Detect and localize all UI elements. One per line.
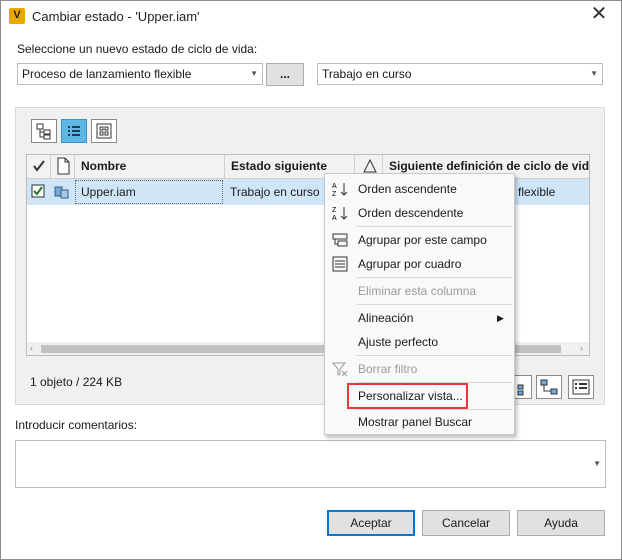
svg-text:Z: Z — [332, 207, 337, 214]
menu-item-sort-descending[interactable]: ZA Orden descendente — [325, 201, 514, 225]
submenu-arrow-icon: ▶ — [497, 313, 504, 323]
menu-item-label: Orden ascendente — [358, 182, 457, 196]
lifecycle-label: Seleccione un nuevo estado de ciclo de v… — [17, 42, 258, 56]
cancel-button[interactable]: Cancelar — [422, 510, 510, 536]
file-type-header-icon[interactable] — [51, 155, 75, 179]
list-view-icon — [68, 126, 80, 136]
svg-text:A: A — [332, 183, 337, 190]
comments-input[interactable]: ▼ — [15, 440, 606, 488]
tree-view-icon — [36, 123, 51, 140]
menu-item-alignment[interactable]: Alineación ▶ — [325, 306, 514, 330]
clear-filter-icon — [332, 362, 348, 377]
thumbnail-view-icon — [96, 123, 112, 139]
sort-descending-icon: ZA — [332, 207, 348, 221]
chevron-down-icon: ▼ — [590, 69, 598, 78]
menu-item-show-search-panel[interactable]: Mostrar panel Buscar — [325, 410, 514, 434]
menu-item-label: Orden descendente — [358, 206, 464, 220]
details-button[interactable] — [568, 375, 594, 399]
lifecycle-definition-dropdown[interactable]: Proceso de lanzamiento flexible ▼ — [17, 63, 263, 85]
menu-item-group-by-field[interactable]: Agrupar por este campo — [325, 228, 514, 252]
accept-button[interactable]: Aceptar — [327, 510, 415, 536]
group-by-field-icon — [332, 233, 348, 247]
menu-item-label: Agrupar por este campo — [358, 233, 487, 247]
lifecycle-definition-value: Proceso de lanzamiento flexible — [22, 67, 192, 81]
menu-item-best-fit[interactable]: Ajuste perfecto — [325, 330, 514, 354]
relationships-icon — [540, 379, 558, 395]
svg-text:Z: Z — [332, 191, 337, 197]
row-siguiente-definicion: flexible — [518, 185, 556, 199]
svg-text:A: A — [332, 215, 337, 221]
menu-separator — [357, 277, 512, 278]
vault-app-icon: V — [9, 8, 25, 24]
menu-item-label: Agrupar por cuadro — [358, 257, 462, 271]
lifecycle-state-value: Trabajo en curso — [322, 67, 412, 81]
menu-item-label: Alineación — [358, 311, 414, 325]
group-by-box-icon — [332, 256, 348, 272]
close-icon[interactable]: ✕ — [588, 3, 610, 27]
menu-item-clear-filter: Borrar filtro — [325, 357, 514, 381]
row-checkbox[interactable] — [31, 179, 49, 205]
menu-item-label: Borrar filtro — [358, 362, 418, 376]
row-estado: Trabajo en curso — [230, 185, 320, 199]
chevron-right-icon[interactable]: › — [580, 343, 583, 353]
lifecycle-state-dropdown[interactable]: Trabajo en curso ▼ — [317, 63, 603, 85]
tree-view-button[interactable] — [31, 119, 57, 143]
title-bar: V Cambiar estado - 'Upper.iam' ✕ — [0, 0, 622, 32]
menu-item-group-by-box[interactable]: Agrupar por cuadro — [325, 252, 514, 276]
row-nombre[interactable]: Upper.iam — [75, 180, 223, 204]
highlight-box — [347, 383, 468, 409]
column-header-nombre[interactable]: Nombre — [75, 155, 225, 179]
object-count: 1 objeto / 224 KB — [30, 375, 123, 389]
menu-separator — [357, 355, 512, 356]
help-button[interactable]: Ayuda — [517, 510, 605, 536]
thumbnail-view-button[interactable] — [91, 119, 117, 143]
sort-ascending-icon: AZ — [332, 183, 348, 197]
chevron-left-icon[interactable]: ‹ — [30, 343, 33, 353]
details-list-icon — [572, 379, 590, 395]
checkmark-header-icon[interactable] — [27, 155, 51, 179]
chevron-down-icon[interactable]: ▼ — [593, 459, 601, 468]
menu-item-sort-ascending[interactable]: AZ Orden ascendente — [325, 177, 514, 201]
list-view-button[interactable] — [61, 119, 87, 143]
chevron-down-icon: ▼ — [250, 69, 258, 78]
menu-separator — [357, 226, 512, 227]
browse-button[interactable]: ... — [266, 63, 304, 86]
window-title: Cambiar estado - 'Upper.iam' — [32, 9, 200, 24]
relationships-button[interactable] — [536, 375, 562, 399]
comments-label: Introducir comentarios: — [15, 418, 138, 432]
menu-item-remove-column: Eliminar esta columna — [358, 284, 477, 298]
menu-separator — [357, 304, 512, 305]
assembly-file-icon — [53, 179, 73, 205]
